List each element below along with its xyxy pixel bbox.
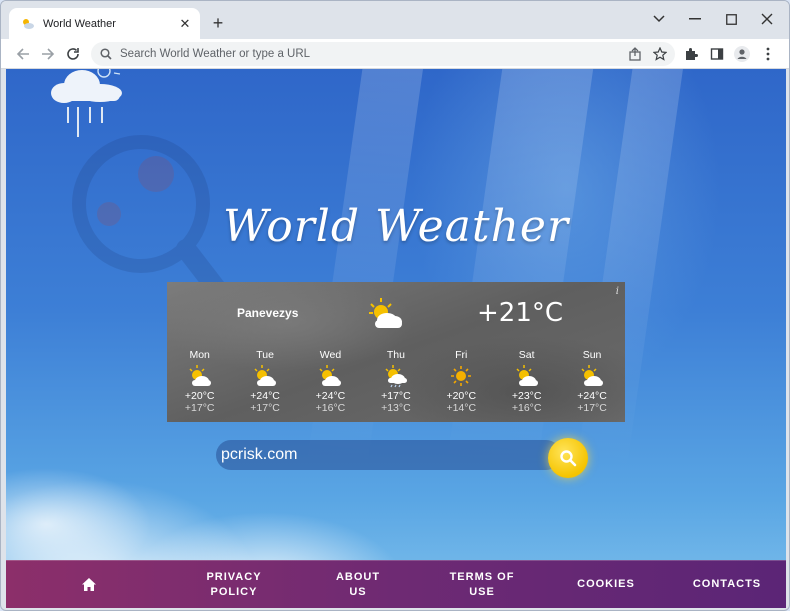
low-temp: +16°C [511,402,542,414]
high-temp: +24°C [250,390,280,402]
partly-cloudy-icon [369,298,402,328]
forward-arrow-icon [42,48,55,60]
search-button[interactable] [548,438,588,478]
low-temp: +17°C [184,402,215,414]
browser-tab[interactable]: World Weather ✕ [9,8,200,39]
site-title: World Weather [223,201,569,252]
day-name: Thu [386,349,405,361]
close-window-button[interactable] [756,9,778,29]
tab-close-icon[interactable]: ✕ [178,16,192,31]
forward-button[interactable] [38,44,58,64]
forecast-day: Thu +17°C +13°C [363,349,428,414]
tab-search-chevron-icon[interactable] [648,9,670,29]
browser-window: World Weather ✕ + Search World Weather o… [0,0,790,611]
day-name: Tue [256,349,274,361]
search-icon [560,450,577,467]
footer-link-terms-of-use[interactable]: TERMS OF USE [420,570,544,600]
footer-nav: PRIVACY POLICY ABOUT US TERMS OF USE COO… [6,560,786,608]
browser-toolbar [1,39,789,69]
city-name: Panevezys [237,306,299,320]
partly-cloudy-icon [189,365,211,386]
footer-link-cookies[interactable]: COOKIES [544,577,668,592]
partly-cloudy-icon [254,365,277,386]
low-temp: +13°C [381,402,411,414]
extensions-button[interactable] [681,44,701,64]
day-name: Wed [319,349,342,361]
low-temp: +17°C [577,402,607,414]
day-name: Sun [582,349,602,361]
avatar-icon [734,46,750,62]
side-panel-icon [710,48,724,60]
forecast-day: Mon +20°C +17°C [167,349,232,414]
kebab-menu-icon [766,47,770,61]
high-temp: +20°C [446,390,477,402]
address-input[interactable] [120,48,580,60]
minimize-button[interactable] [684,9,706,29]
share-button[interactable] [625,44,645,64]
info-icon[interactable]: i [616,286,619,297]
forecast-day: Fri +20°C +14°C [429,349,494,414]
high-temp: +20°C [184,390,215,402]
tab-title: World Weather [43,17,116,30]
current-temperature: +21°C [477,298,564,328]
partly-cloudy-rain-icon [385,365,407,388]
footer-home-link[interactable] [6,578,172,591]
forecast-day: Sat +23°C +16°C [494,349,559,414]
puzzle-icon [686,48,698,60]
search-input[interactable] [216,440,561,470]
back-arrow-icon [16,48,29,60]
partly-cloudy-icon [319,365,342,386]
share-icon [629,47,641,61]
day-name: Mon [189,349,210,361]
reload-icon [67,48,79,60]
tab-strip: World Weather ✕ + [1,1,789,39]
bookmark-button[interactable] [650,44,670,64]
low-temp: +14°C [446,402,477,414]
forecast-row: Mon +20°C +17°C Tue +24°C +17°C Wed +24°… [167,349,625,414]
low-temp: +17°C [250,402,280,414]
star-icon [653,47,667,61]
home-icon [82,578,96,591]
weather-widget: i Panevezys +21°C Mon +20°C +17°C Tue +2… [167,282,625,422]
forecast-day: Sun +24°C +17°C [559,349,624,414]
footer-link-privacy-policy[interactable]: PRIVACY POLICY [172,570,296,600]
partly-cloudy-icon [581,365,604,386]
footer-link-contacts[interactable]: CONTACTS [668,577,786,592]
side-panel-button[interactable] [707,44,727,64]
search-bar [216,438,588,478]
high-temp: +17°C [381,390,411,402]
profile-button[interactable] [732,44,752,64]
weather-favicon-icon [23,18,34,29]
maximize-button[interactable] [720,9,742,29]
high-temp: +24°C [315,390,346,402]
forecast-day: Tue +24°C +17°C [232,349,297,414]
page-content: World Weather i Panevezys +21°C Mon +20°… [6,69,786,608]
footer-link-about-us[interactable]: ABOUT US [296,570,420,600]
search-icon [100,48,112,60]
sunny-icon [451,366,472,386]
back-button[interactable] [13,44,33,64]
address-bar[interactable] [91,42,675,66]
weather-logo-icon [51,69,122,137]
low-temp: +16°C [315,402,346,414]
new-tab-button[interactable]: + [208,13,228,33]
day-name: Sat [518,349,535,361]
forecast-day: Wed +24°C +16°C [298,349,363,414]
reload-button[interactable] [63,44,83,64]
high-temp: +24°C [577,390,607,402]
day-name: Fri [455,349,468,361]
browser-menu-button[interactable] [758,44,778,64]
high-temp: +23°C [511,390,542,402]
partly-cloudy-icon [516,365,538,386]
